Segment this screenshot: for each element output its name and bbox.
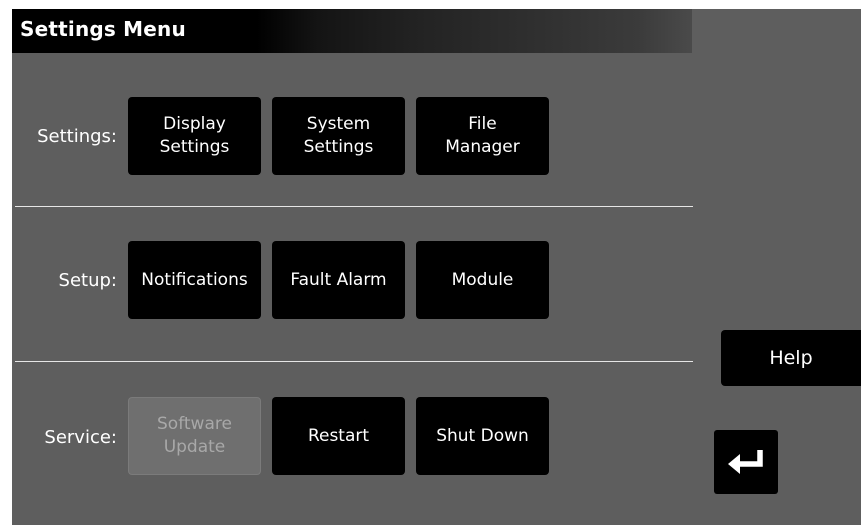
back-button[interactable] xyxy=(714,430,778,494)
section-divider-bottom xyxy=(15,361,693,362)
fault-alarm-button[interactable]: Fault Alarm xyxy=(272,241,405,319)
service-row-label: Service: xyxy=(44,427,117,448)
restart-button[interactable]: Restart xyxy=(272,397,405,475)
system-settings-button[interactable]: System Settings xyxy=(272,97,405,175)
software-update-button: Software Update xyxy=(128,397,261,475)
display-settings-button[interactable]: Display Settings xyxy=(128,97,261,175)
notifications-button[interactable]: Notifications xyxy=(128,241,261,319)
shut-down-button[interactable]: Shut Down xyxy=(416,397,549,475)
help-button[interactable]: Help xyxy=(721,330,861,386)
settings-row-label: Settings: xyxy=(37,126,117,147)
setup-row-label: Setup: xyxy=(58,270,117,291)
return-arrow-icon xyxy=(728,450,763,474)
file-manager-button[interactable]: File Manager xyxy=(416,97,549,175)
page-title: Settings Menu xyxy=(20,17,186,41)
title-bar: Settings Menu xyxy=(12,9,692,53)
settings-window: Settings Menu Settings: Display Settings… xyxy=(12,9,861,525)
module-button[interactable]: Module xyxy=(416,241,549,319)
section-divider-top xyxy=(15,206,693,207)
